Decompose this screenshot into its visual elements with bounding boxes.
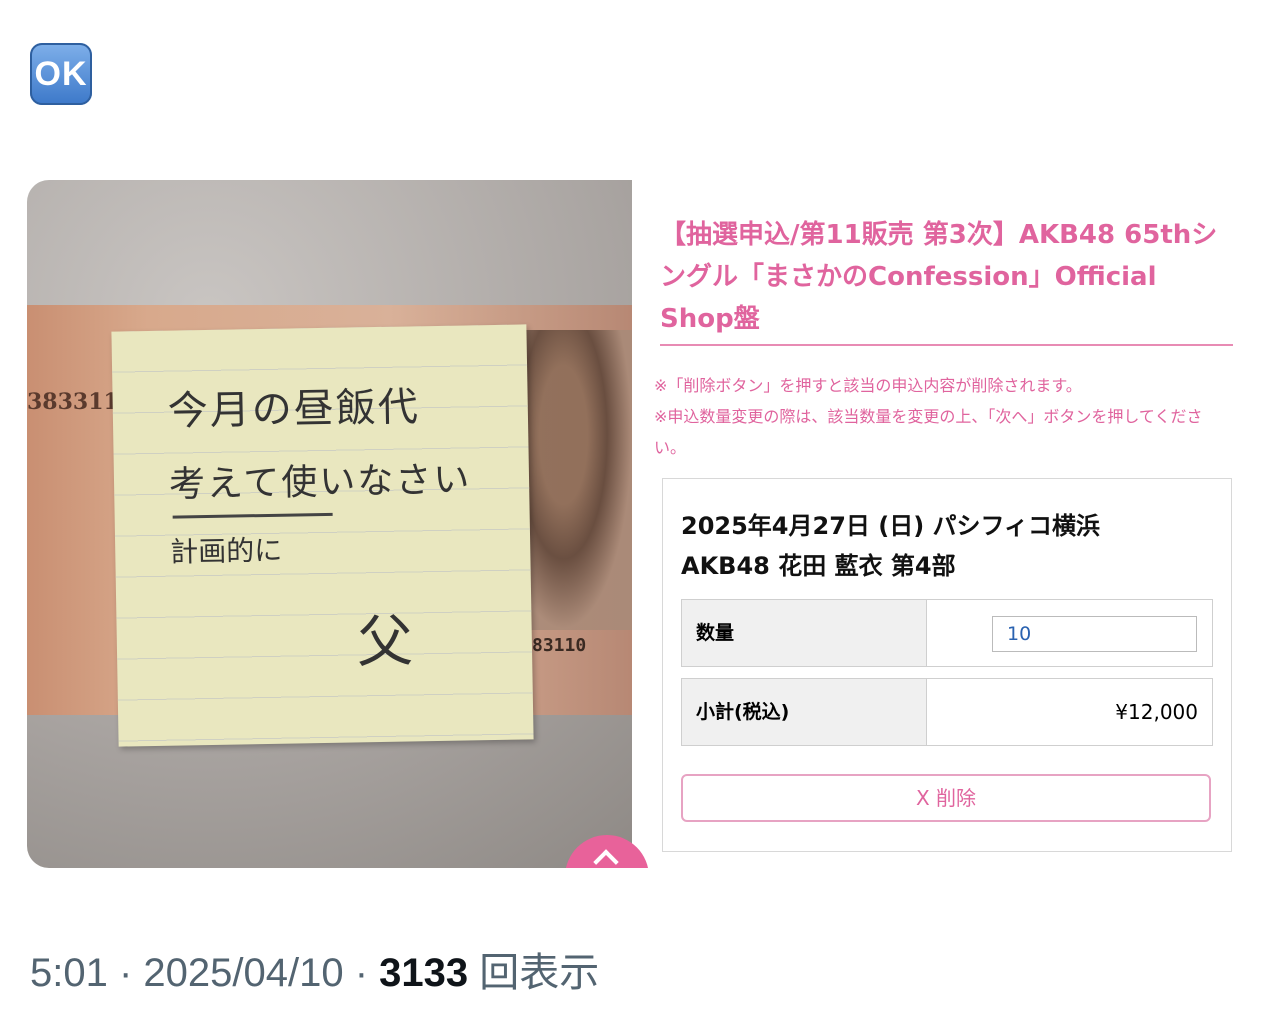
quantity-row: 数量 10 xyxy=(681,599,1213,667)
post-meta: 5:01 · 2025/04/10 · 3133 回表示 xyxy=(30,940,599,998)
post-date[interactable]: 2025/04/10 xyxy=(143,951,343,995)
event-title: 2025年4月27日 (日) パシフィコ横浜 AKB48 花田 藍衣 第4部 xyxy=(681,512,1101,580)
quantity-label: 数量 xyxy=(682,600,927,666)
delete-button[interactable]: X 削除 xyxy=(681,774,1211,822)
attached-media[interactable]: 383311 銀行 万円 83110 今月の昼飯代 考えて使いなさい 計画的に … xyxy=(27,180,1233,868)
subtotal-label: 小計(税込) xyxy=(682,679,927,745)
notice-text: ※「削除ボタン」を押すと該当の申込内容が削除されます。 ※申込数量変更の際は、該… xyxy=(654,370,1233,463)
ok-emoji: OK xyxy=(30,43,92,105)
separator: · xyxy=(343,951,380,995)
sticky-note: 今月の昼飯代 考えて使いなさい 計画的に 父 xyxy=(111,324,534,747)
product-title: 【抽選申込/第11販売 第3次】AKB48 65thシングル「まさかのConfe… xyxy=(660,214,1233,346)
note-line-3: 計画的に xyxy=(169,533,283,569)
note-line-1: 今月の昼飯代 xyxy=(167,384,421,435)
subtotal-value: ¥12,000 xyxy=(1115,700,1198,724)
shop-screenshot[interactable]: 【抽選申込/第11販売 第3次】AKB48 65thシングル「まさかのConfe… xyxy=(632,180,1233,868)
quantity-cell: 10 xyxy=(928,600,1212,666)
subtotal-row: 小計(税込) ¥12,000 xyxy=(681,678,1213,746)
post-time[interactable]: 5:01 xyxy=(30,951,108,995)
note-signature: 父 xyxy=(356,609,414,676)
note-line-2: 考えて使いなさい xyxy=(168,459,472,506)
quantity-input[interactable]: 10 xyxy=(992,616,1197,652)
banknote-serial: 83110 xyxy=(532,635,587,656)
separator: · xyxy=(107,951,144,995)
note-underline xyxy=(172,512,333,519)
notice-quantity: ※申込数量変更の際は、該当数量を変更の上、「次へ」ボタンを押してください。 xyxy=(654,407,1203,457)
order-card: 2025年4月27日 (日) パシフィコ横浜 AKB48 花田 藍衣 第4部 数… xyxy=(662,478,1232,852)
notice-delete: ※「削除ボタン」を押すと該当の申込内容が削除されます。 xyxy=(654,376,1082,395)
chevron-up-icon xyxy=(593,849,619,868)
view-label: 回表示 xyxy=(479,951,600,995)
view-count: 3133 xyxy=(379,951,469,995)
photo-note-on-bill[interactable]: 383311 銀行 万円 83110 今月の昼飯代 考えて使いなさい 計画的に … xyxy=(27,180,632,868)
